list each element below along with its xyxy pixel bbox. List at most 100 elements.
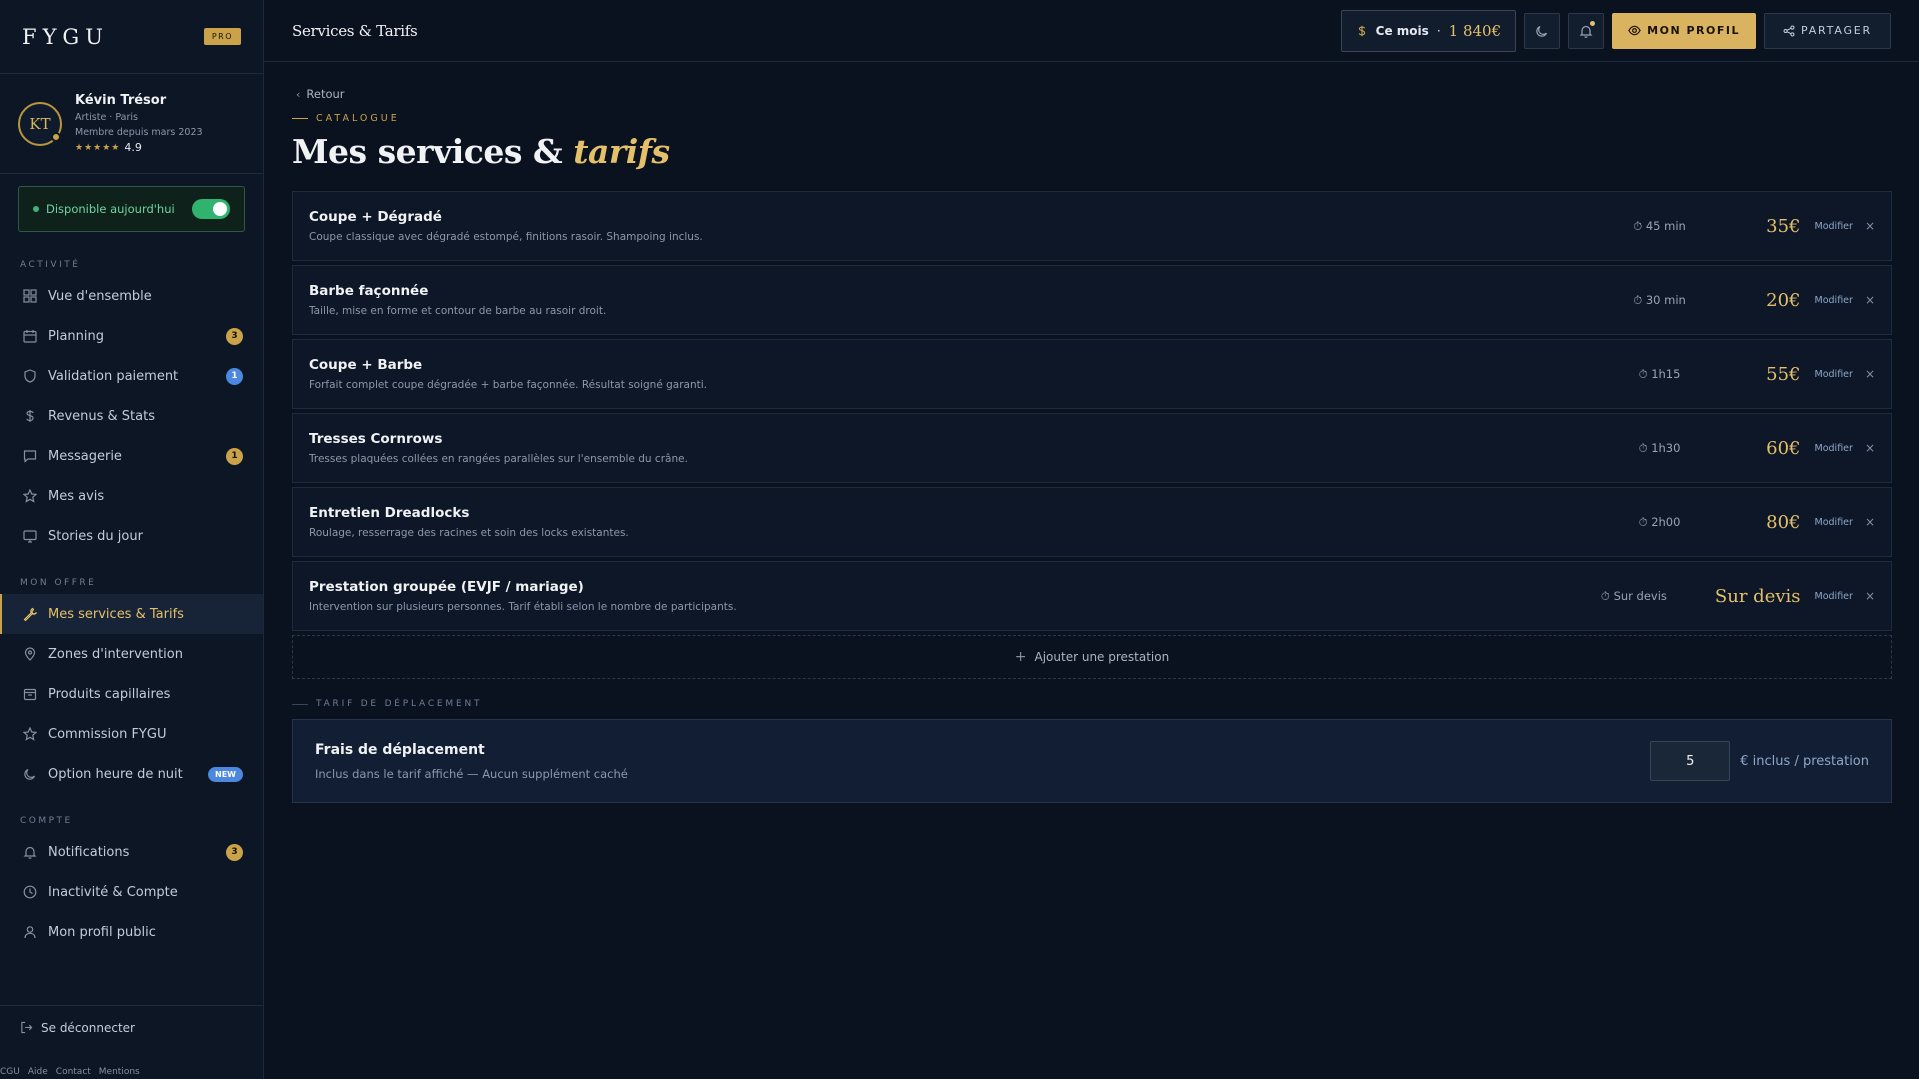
availability-dot [33, 206, 39, 212]
service-duration: ⏱ Sur devis [1589, 589, 1679, 604]
monitor-icon [22, 528, 38, 544]
edit-service-button[interactable]: Modifier [1815, 221, 1853, 232]
sidebar-item-payment-validation[interactable]: Validation paiement 1 [0, 356, 263, 396]
bell-icon [1579, 24, 1593, 38]
availability-toggle[interactable] [192, 199, 230, 219]
sidebar-item-label: Inactivité & Compte [48, 884, 178, 900]
section-title-account: COMPTE [20, 816, 73, 826]
service-name: Entretien Dreadlocks [309, 505, 470, 521]
sidebar-item-label: Vue d'ensemble [48, 288, 152, 304]
page-title: Mes services & tarifs [292, 132, 1892, 171]
footer-link-mentions[interactable]: Mentions [99, 1067, 140, 1077]
add-service-label: Ajouter une prestation [1034, 650, 1170, 664]
sidebar-item-night-option[interactable]: Option heure de nuit NEW [0, 754, 263, 794]
delete-service-button[interactable]: × [1865, 589, 1875, 603]
logout-button[interactable]: Se déconnecter [0, 1005, 263, 1049]
service-price: 60€ [1766, 437, 1801, 459]
back-label: Retour [306, 87, 345, 101]
catalogue-eyebrow: CATALOGUE [292, 113, 1892, 124]
calendar-icon [22, 328, 38, 344]
travel-fee-card: Frais de déplacement Inclus dans le tari… [292, 719, 1892, 803]
delete-service-button[interactable]: × [1865, 367, 1875, 381]
profile-member-since: Membre depuis mars 2023 [75, 127, 203, 138]
edit-service-button[interactable]: Modifier [1815, 517, 1853, 528]
rating-value: 4.9 [124, 141, 142, 154]
back-link[interactable]: ‹ Retour [292, 87, 1892, 101]
page-header-title: Services & Tarifs [292, 21, 418, 40]
sidebar-item-label: Planning [48, 328, 104, 344]
count-badge: 1 [226, 447, 243, 465]
profile-role: Artiste · Paris [75, 112, 138, 123]
page-title-main: Mes services & [292, 132, 563, 171]
service-row: Coupe + Dégradé Coupe classique avec dégr… [292, 191, 1892, 261]
service-price: Sur devis [1714, 585, 1801, 607]
share-button[interactable]: PARTAGER [1763, 12, 1891, 49]
service-name: Coupe + Barbe [309, 357, 423, 373]
sidebar-item-stories[interactable]: Stories du jour [0, 516, 263, 556]
service-duration: ⏱ 2h00 [1615, 515, 1705, 530]
edit-service-button[interactable]: Modifier [1815, 369, 1853, 380]
duration-value: Sur devis [1613, 588, 1667, 603]
sidebar-item-revenue[interactable]: Revenus & Stats [0, 396, 263, 436]
service-row: Prestation groupée (EVJF / mariage) Inter… [292, 561, 1892, 631]
sidebar-item-label: Mes services & Tarifs [48, 606, 184, 622]
monthly-revenue-chip[interactable]: Ce mois · 1 840€ [1340, 9, 1517, 52]
sidebar-item-inactivity[interactable]: Inactivité & Compte [0, 872, 263, 912]
sidebar-item-label: Produits capillaires [48, 686, 171, 702]
sidebar-item-reviews[interactable]: Mes avis [0, 476, 263, 516]
edit-service-button[interactable]: Modifier [1815, 591, 1853, 602]
sidebar-item-planning[interactable]: Planning 3 [0, 316, 263, 356]
my-profile-button[interactable]: MON PROFIL [1612, 12, 1756, 49]
add-service-button[interactable]: + Ajouter une prestation [292, 635, 1892, 679]
sidebar-item-public-profile[interactable]: Mon profil public [0, 912, 263, 952]
sidebar-item-services[interactable]: Mes services & Tarifs [0, 594, 263, 634]
sidebar-item-label: Notifications [48, 844, 130, 860]
share-icon [1783, 25, 1795, 37]
topbar: Services & Tarifs Ce mois · 1 840€ MON P… [264, 0, 1919, 62]
notification-dot [1590, 20, 1596, 26]
footer-link-contact[interactable]: Contact [56, 1067, 91, 1077]
sidebar-item-notifications[interactable]: Notifications 3 [0, 832, 263, 872]
moon-icon [1535, 24, 1549, 38]
logo[interactable]: FYGU [22, 25, 109, 49]
tools-icon [22, 606, 38, 622]
theme-toggle-button[interactable] [1524, 12, 1561, 49]
delete-service-button[interactable]: × [1865, 293, 1875, 307]
delete-service-button[interactable]: × [1865, 441, 1875, 455]
chevron-left-icon: ‹ [296, 87, 301, 101]
count-badge: 1 [226, 367, 243, 385]
sidebar-item-zones[interactable]: Zones d'intervention [0, 634, 263, 674]
travel-eyebrow: TARIF DE DÉPLACEMENT [292, 699, 1892, 709]
travel-eyebrow-label: TARIF DE DÉPLACEMENT [316, 699, 483, 709]
travel-fee-subtitle: Inclus dans le tarif affiché — Aucun sup… [315, 766, 628, 781]
footer-link-cgu[interactable]: CGU [0, 1067, 20, 1077]
package-icon [22, 686, 38, 702]
share-label: PARTAGER [1800, 24, 1872, 37]
sidebar-item-commission[interactable]: Commission FYGU [0, 714, 263, 754]
delete-service-button[interactable]: × [1865, 515, 1875, 529]
service-name: Coupe + Dégradé [309, 209, 442, 225]
edit-service-button[interactable]: Modifier [1815, 443, 1853, 454]
edit-service-button[interactable]: Modifier [1815, 295, 1853, 306]
avatar[interactable]: KT [18, 101, 62, 146]
sidebar-item-label: Revenus & Stats [48, 408, 155, 424]
logout-icon [20, 1021, 33, 1034]
pro-badge: PRO [203, 28, 241, 45]
travel-fee-input[interactable]: 5 [1650, 741, 1731, 781]
timer-icon: ⏱ [1638, 366, 1648, 381]
footer-link-help[interactable]: Aide [28, 1067, 48, 1077]
logout-label: Se déconnecter [41, 1020, 135, 1035]
plus-icon: + [1014, 649, 1027, 665]
service-name: Tresses Cornrows [309, 431, 443, 447]
avatar-initials: KT [29, 114, 51, 133]
service-description: Taille, mise en forme et contour de barb… [309, 305, 607, 317]
sidebar-item-overview[interactable]: Vue d'ensemble [0, 276, 263, 316]
delete-service-button[interactable]: × [1865, 219, 1875, 233]
timer-icon: ⏱ [1633, 292, 1643, 307]
notifications-button[interactable] [1568, 12, 1605, 49]
service-description: Intervention sur plusieurs personnes. Ta… [309, 601, 737, 613]
section-title-offer: MON OFFRE [20, 578, 97, 588]
sidebar: FYGU PRO KT Kévin Trésor Artiste · Paris… [0, 0, 264, 1079]
sidebar-item-products[interactable]: Produits capillaires [0, 674, 263, 714]
sidebar-item-messages[interactable]: Messagerie 1 [0, 436, 263, 476]
